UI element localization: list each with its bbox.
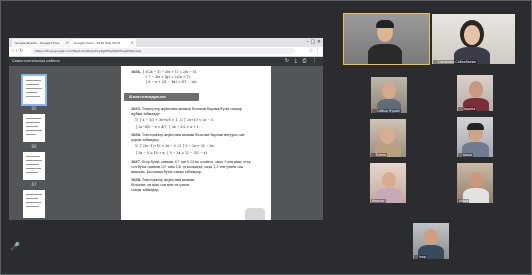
exercise-line: 1038. Теңсіздіктер жүйесінің шешімі (131, 178, 195, 182)
exercise-number: 1034. (131, 70, 141, 74)
exercise-line: жұбын табыңдар: (131, 112, 161, 116)
exercise-line: сол бүтін санның 2/5 -ына 1/4 -ді қосқан… (131, 165, 243, 169)
meeting-window: Google Sheets - Google Drive × Google Dr… (0, 0, 532, 275)
thumbnail-page[interactable]: 65 (21, 74, 47, 111)
participant-face (382, 172, 396, 188)
participant-face (469, 172, 483, 188)
address-bar: ‹ › ↻ https://drive.google.com/file/d/1o… (9, 47, 323, 57)
exercise-line: 1035. Теңдеулер жүйесінің шешімі болатын… (131, 107, 242, 111)
browser-tab-1[interactable]: Google Sheets - Google Drive × (12, 39, 71, 47)
window-controls-icon[interactable]: – □ × (306, 39, 321, 45)
thumbnail-page[interactable]: 66 (23, 114, 45, 149)
participant-name: Айша (458, 199, 470, 203)
microphone-icon[interactable]: 🎤 (10, 242, 20, 251)
close-icon[interactable]: × (131, 39, 134, 47)
mic-muted-icon: ✕ (434, 60, 437, 64)
exercise-number: 1037. (131, 160, 141, 164)
mic-muted-icon: ✕ (459, 107, 462, 111)
participant-name: ✕Інар (414, 255, 428, 259)
participant-tile[interactable]: ✕Елена (370, 119, 406, 157)
exercise-line: болатын, ең кіші сан мен ең үлкен (131, 183, 190, 187)
close-icon[interactable]: × (66, 39, 69, 47)
exercise-line: шығады. Бастапқы бүтін санды табыңдар. (131, 170, 202, 174)
participant-tile[interactable]: ✕Аиша (457, 117, 493, 157)
participant-name: ✕Аиша (458, 153, 474, 157)
exercise-number: 1035. (131, 107, 141, 111)
participant-name: ✕Сабыр Нурай (372, 109, 401, 113)
exercise-line: ⎨ 7 − 3(x + 4y) = 2(2x + 7), (145, 75, 191, 79)
exercise-number: 1036. (131, 133, 141, 137)
exercise-line: 1037. Егер бүтін санның 3/7 -ын 0,25-ке … (131, 160, 251, 164)
participant-face (382, 83, 396, 99)
pdf-thumbnail-sidebar: 65 66 67 68 (9, 66, 61, 220)
exercise-line: 1034. ⎧ 5(2x − 1) − 3(x + 1) = 2(x − 5), (131, 70, 197, 74)
participant-name: Фаизат (371, 199, 386, 203)
thumbnail-page[interactable]: 68 (23, 190, 45, 218)
exercise-line: ⎩ 8 − x + 2(1 − 4x) = 3(1 − 2x). (145, 80, 198, 84)
tab-label-2: Google Drive - 2020 files Word (74, 41, 120, 45)
browser-tab-bar: Google Sheets - Google Drive × Google Dr… (9, 38, 323, 47)
mic-muted-icon: ✕ (415, 255, 418, 259)
browser-menu-icon[interactable]: ☆ ⋮ (309, 48, 320, 54)
pdf-page: 1034. ⎧ 5(2x − 1) − 3(x + 1) = 2(x − 5),… (121, 66, 271, 220)
exercise-line: 1036. Теңсіздіктер жүйесінің шешімі бола… (131, 133, 246, 137)
participant-name: ✕Елена (371, 153, 388, 157)
mic-muted-icon: ✕ (459, 153, 462, 157)
participant-face (464, 25, 480, 45)
participant-tile[interactable]: Айша (457, 163, 493, 203)
browser-tab-2[interactable]: Google Drive - 2020 files Word × (71, 39, 136, 47)
illustration-image (245, 208, 265, 220)
pdf-title: Самостоятельные работы (12, 59, 60, 63)
participant-tile[interactable]: ✕Сабыр Нурай (371, 77, 407, 113)
url-field[interactable]: https://drive.google.com/file/d/1o2Hkj1i… (31, 48, 295, 54)
participant-tile[interactable]: ✕Зарина (457, 75, 493, 111)
participant-tile[interactable]: ✕Інар (413, 223, 449, 259)
participant-face (380, 127, 395, 144)
pdf-tools-icon[interactable]: ↻ ⤓ ⎙ ⋮ (285, 57, 319, 66)
shared-screen: Google Sheets - Google Drive × Google Dr… (9, 38, 323, 220)
exercise-line: ⎩ 3x − 5 ≥ 18 + x; ⎩ 5 − 2x ≤ 12 − 3(2 −… (135, 151, 208, 155)
participant-tile[interactable]: Фаизат (370, 163, 406, 203)
participant-hair (467, 123, 484, 130)
pdf-toolbar: Самостоятельные работы ↻ ⤓ ⎙ ⋮ (9, 57, 323, 66)
exercise-line: 1) ⎧ x − 5/3 + 3x+6/5 > 1, 2) ⎧ 2x+10 < … (135, 118, 214, 122)
back-forward-reload-icon[interactable]: ‹ › ↻ (12, 48, 23, 54)
exercise-line: дарды табыңдар: (131, 138, 160, 142)
pdf-viewer[interactable]: 1034. ⎧ 5(2x − 1) − 3(x + 1) = 2(x − 5),… (61, 66, 323, 220)
participant-name: ✕Сапарова Сабакбаева (433, 60, 477, 64)
participant-hair (376, 20, 394, 28)
participant-tile[interactable]: ✕Сапарова Сабакбаева (432, 14, 515, 64)
tab-label-1: Google Sheets - Google Drive (15, 41, 60, 45)
participant-face (424, 229, 438, 245)
participant-name: ✕Зарина (458, 107, 477, 111)
thumbnail-page[interactable]: 67 (23, 152, 45, 187)
exercise-line: санды табыңдар: (131, 188, 160, 192)
section-banner: Кетсотеррыге (124, 93, 199, 101)
exercise-line: ⎩ 2x−4/5 − x < 4/7; ⎩ 3x − 5/2 > x + 1. (135, 125, 200, 129)
exercise-line: 1) ⎧ 2(x−1)+10 > 2x − 5, 2) ⎧ 5 − 2x > 3… (135, 144, 215, 148)
mic-muted-icon: ✕ (373, 109, 376, 113)
thumbnail-number: 66 (31, 144, 37, 149)
mic-muted-icon: ✕ (372, 153, 375, 157)
thumbnail-number: 67 (31, 182, 37, 187)
participant-tile-speaker[interactable] (343, 13, 430, 65)
participant-body (368, 44, 402, 64)
exercise-number: 1038. (131, 178, 141, 182)
thumbnail-number: 65 (31, 106, 37, 111)
participant-face (469, 81, 483, 98)
